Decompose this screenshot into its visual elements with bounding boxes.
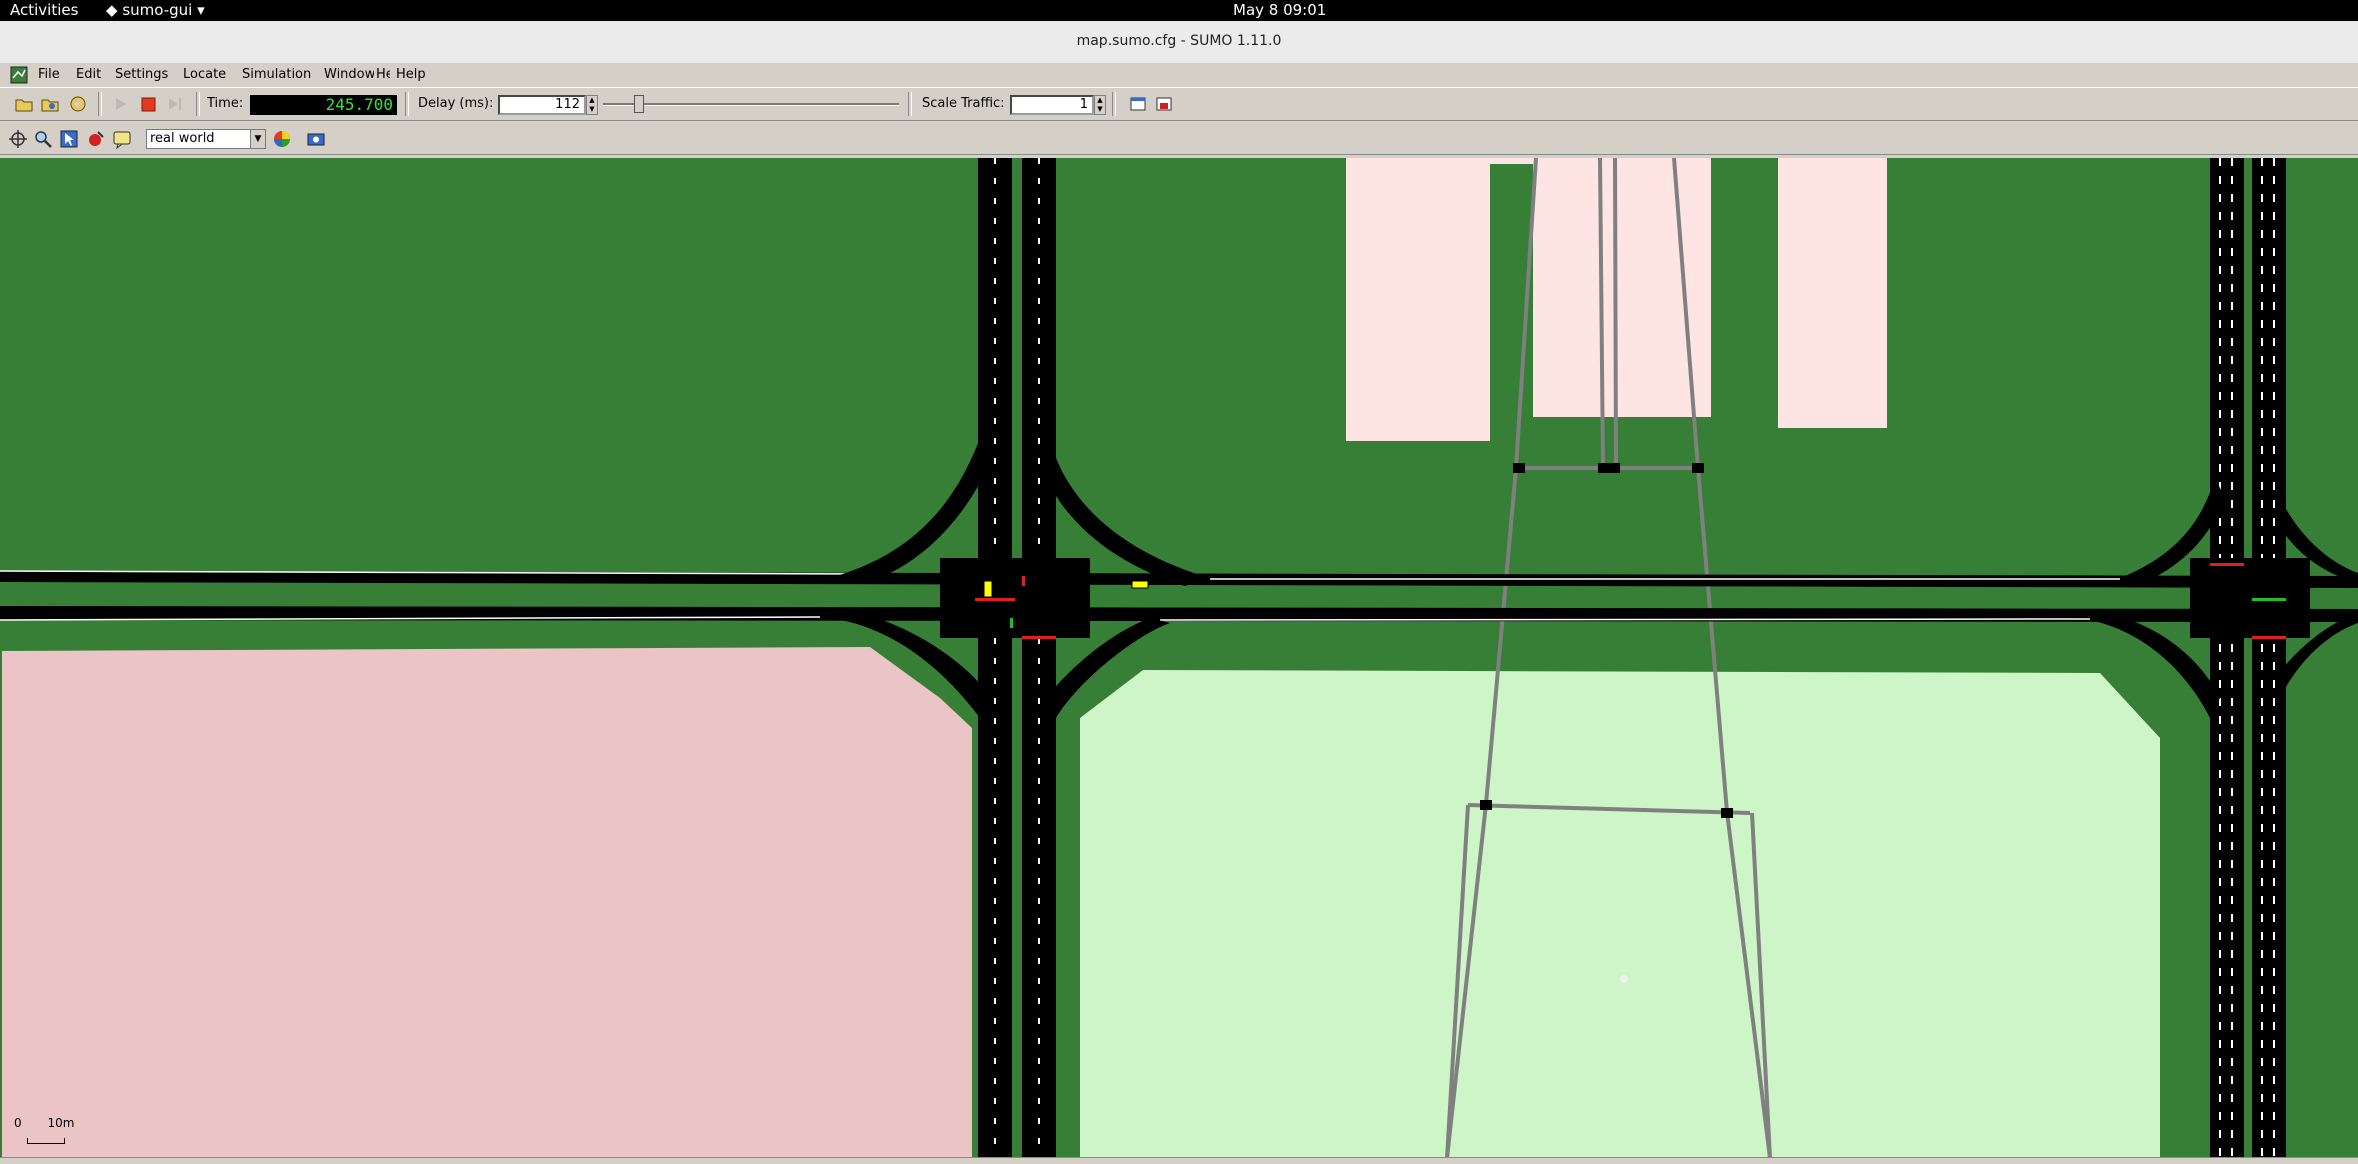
locate-vehicle-icon[interactable] [86, 129, 106, 149]
scale-traffic-spinner[interactable]: ▲ ▼ [1094, 95, 1106, 115]
toolbar-separator [908, 92, 912, 116]
menu-help-truncated[interactable]: Help [376, 67, 390, 82]
vehicle[interactable] [983, 580, 993, 598]
scale-distance-label: 10m [47, 1116, 75, 1130]
step-icon[interactable] [164, 94, 184, 114]
scale-traffic-label: Scale Traffic: [922, 96, 1005, 111]
poi-marker [1620, 975, 1628, 983]
toolbar-separator [1112, 92, 1116, 116]
menu-locate[interactable]: Locate [183, 67, 226, 82]
window-titlebar: map.sumo.cfg - SUMO 1.11.0 [0, 21, 2358, 64]
scale-traffic-input[interactable]: 1 [1010, 95, 1094, 115]
menu-settings[interactable]: Settings [115, 67, 168, 82]
park-area [1080, 670, 2160, 1158]
open-window-icon[interactable] [1154, 94, 1174, 114]
open-network-icon[interactable] [40, 94, 60, 114]
reload-icon[interactable] [68, 94, 88, 114]
app-menu[interactable]: ◆ sumo-gui ▾ [106, 1, 205, 19]
scale-legend: 0 10m [14, 1116, 75, 1144]
spin-down-icon[interactable]: ▼ [1097, 105, 1102, 113]
spin-down-icon[interactable]: ▼ [589, 105, 594, 113]
screenshot-icon[interactable] [306, 129, 326, 149]
spin-up-icon[interactable]: ▲ [1097, 96, 1102, 104]
building [1346, 158, 1490, 441]
spin-up-icon[interactable]: ▲ [589, 96, 594, 104]
toolbar-separator [98, 92, 102, 116]
recenter-icon[interactable] [8, 129, 28, 149]
time-label: Time: [207, 96, 244, 111]
toolbar-separator [405, 92, 409, 116]
app-menu-icon: ◆ [106, 1, 123, 19]
building [1490, 158, 1533, 164]
industrial-landuse-area [2, 647, 972, 1158]
menu-edit[interactable]: Edit [76, 67, 101, 82]
color-scheme-icon[interactable] [272, 129, 292, 149]
stop-icon[interactable] [138, 94, 158, 114]
vehicle[interactable] [1131, 580, 1149, 589]
delay-slider-track[interactable] [603, 103, 899, 106]
app-menu-label: sumo-gui [122, 1, 193, 19]
play-icon[interactable] [110, 94, 130, 114]
locate-junction-icon[interactable] [59, 129, 79, 149]
toggle-tooltips-icon[interactable] [112, 129, 132, 149]
view-toolbar: real world ▼ [0, 124, 2358, 155]
delay-slider-thumb[interactable] [634, 95, 644, 113]
scale-bar [27, 1138, 65, 1144]
chevron-down-icon[interactable]: ▼ [250, 130, 265, 148]
open-folder-icon[interactable] [14, 94, 34, 114]
menu-help[interactable]: Help [396, 67, 426, 82]
menu-file[interactable]: File [38, 67, 60, 82]
simulation-map-canvas[interactable] [0, 158, 2358, 1158]
system-top-bar: Activities ◆ sumo-gui ▾ May 8 09:01 [0, 0, 2358, 21]
delay-label: Delay (ms): [418, 96, 494, 111]
time-display: 245.700 [250, 95, 397, 115]
zoom-icon[interactable] [33, 129, 53, 149]
window-title: map.sumo.cfg - SUMO 1.11.0 [1076, 33, 1282, 49]
delay-input[interactable]: 112 [498, 95, 586, 115]
menu-simulation[interactable]: Simulation [242, 67, 320, 82]
visualization-scheme-value: real world [150, 131, 215, 146]
toolbar-separator [196, 92, 200, 116]
building [1778, 158, 1887, 428]
new-window-icon[interactable] [1128, 94, 1148, 114]
delay-spinner[interactable]: ▲ ▼ [586, 95, 598, 115]
menu-windows[interactable]: Windows [324, 67, 374, 82]
visualization-scheme-select[interactable]: real world ▼ [146, 129, 266, 149]
menu-bar: File Edit Settings Locate Simulation Win… [0, 63, 2358, 87]
scale-zero-label: 0 [14, 1116, 22, 1130]
chevron-down-icon: ▾ [197, 1, 205, 19]
sumo-app-icon [10, 66, 28, 84]
activities-button[interactable]: Activities [10, 1, 78, 19]
simulation-toolbar: Time: 245.700 Delay (ms): 112 ▲ ▼ Scale T… [0, 87, 2358, 121]
clock[interactable]: May 8 09:01 [1233, 1, 1326, 19]
